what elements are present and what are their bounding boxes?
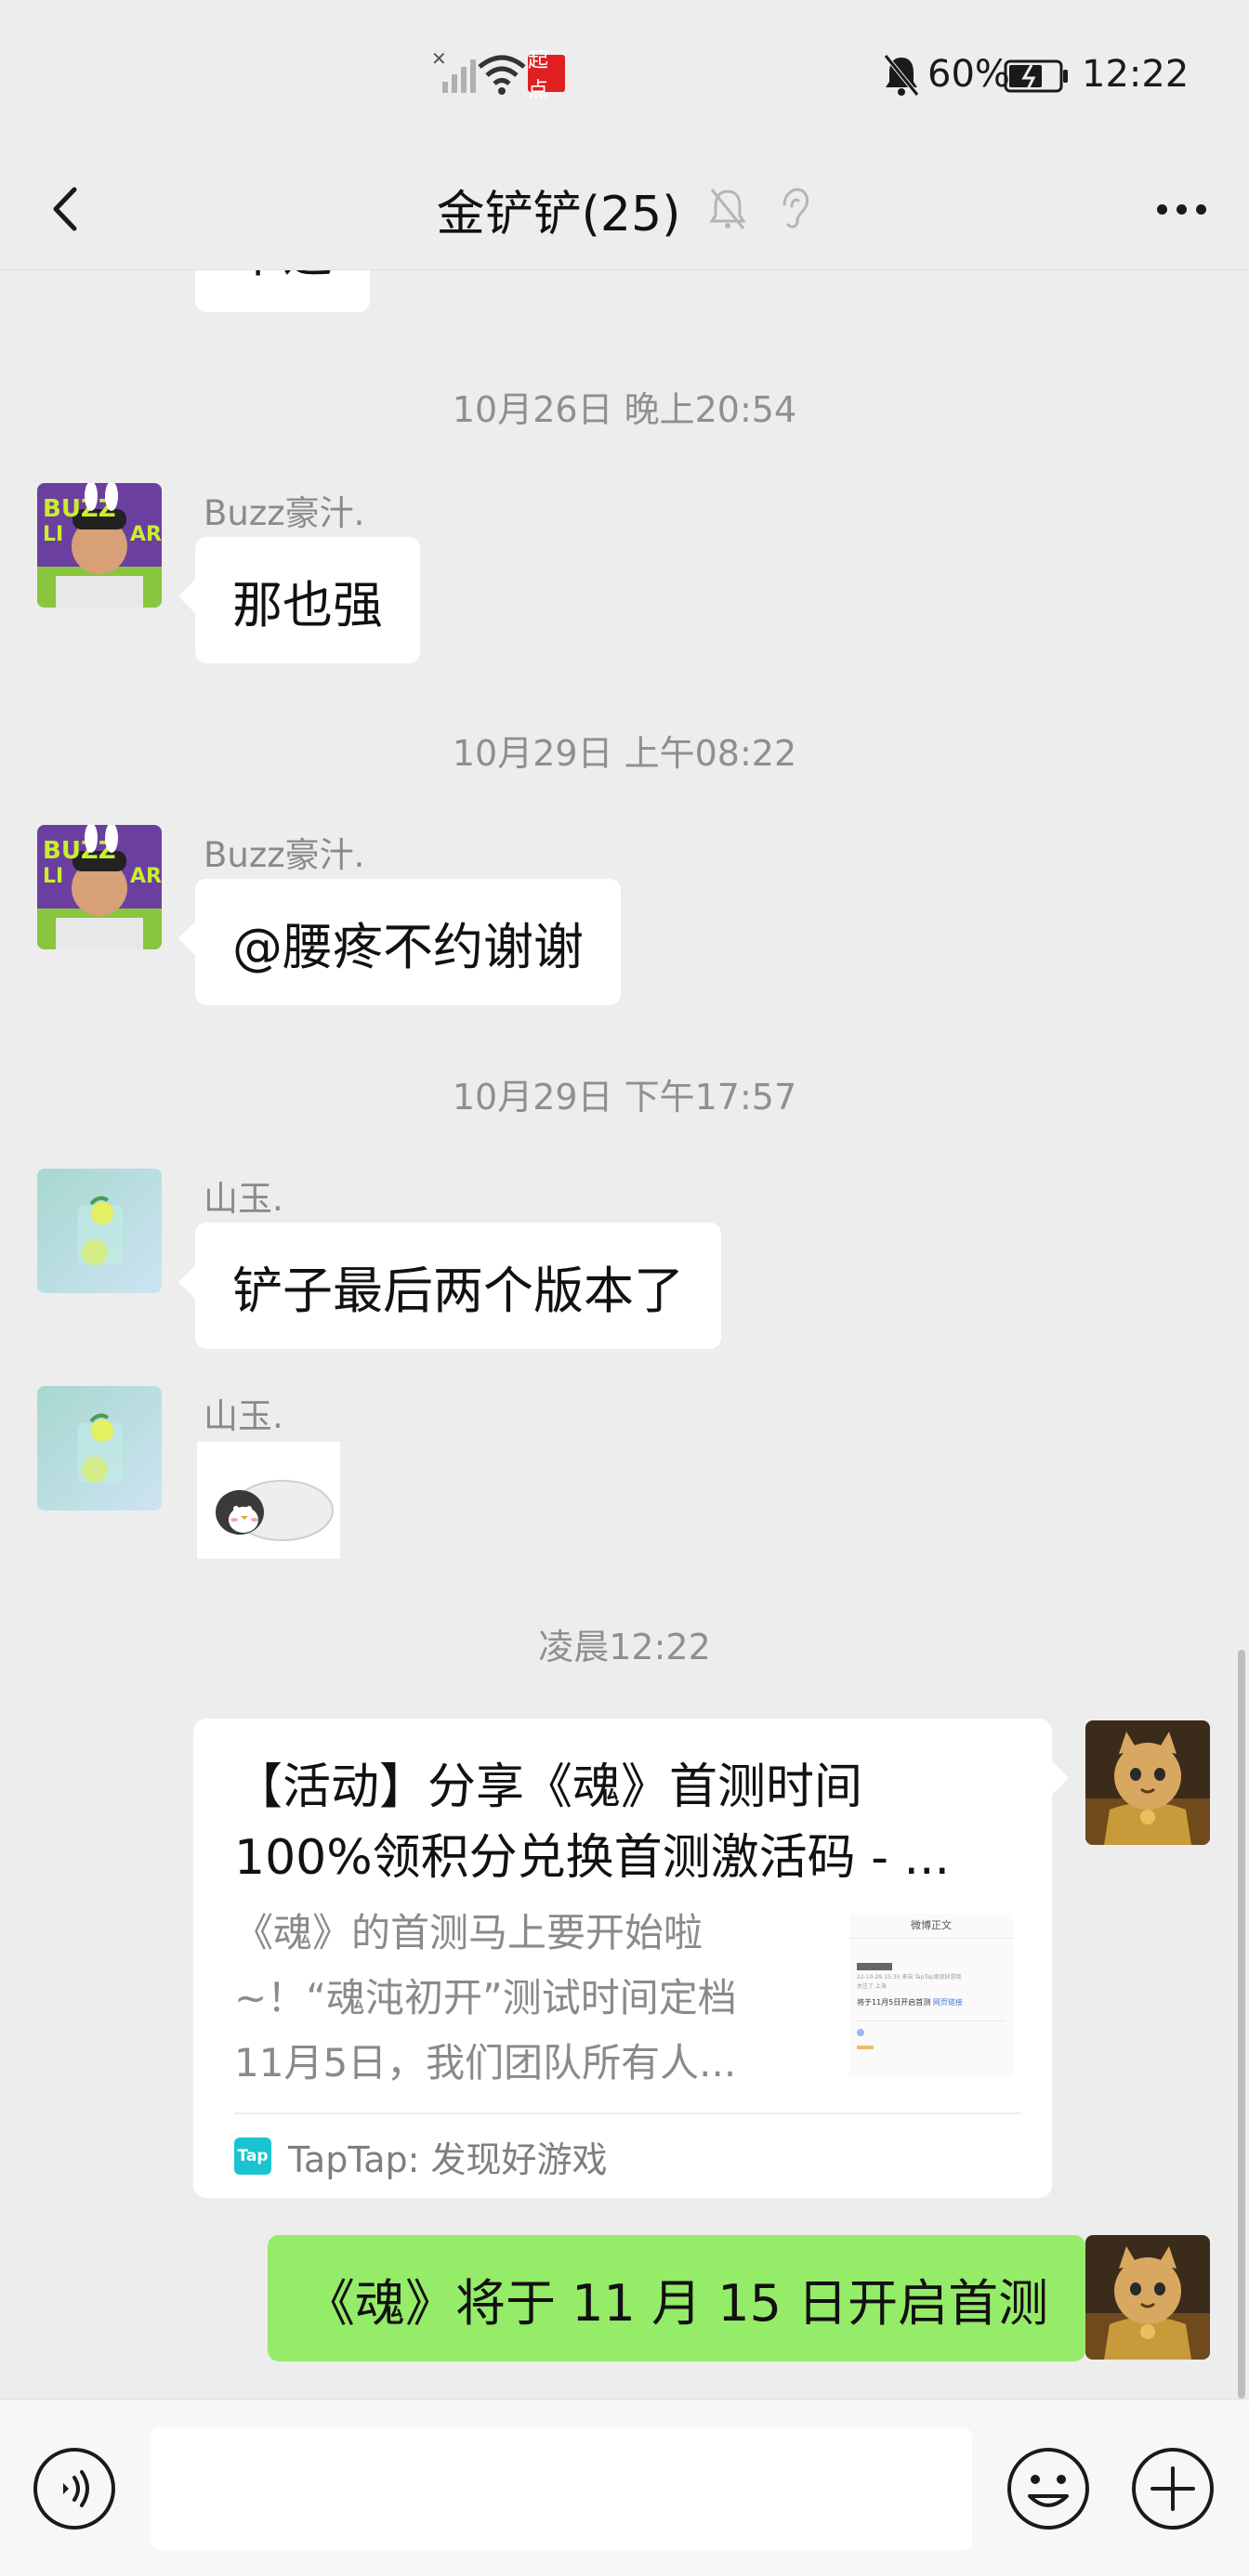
more-button[interactable] bbox=[1141, 169, 1221, 249]
timestamp: 10月29日 上午08:22 bbox=[452, 733, 797, 774]
wifi-icon bbox=[476, 45, 528, 104]
ear-icon bbox=[782, 188, 809, 229]
app-notification-badge: 起点 bbox=[528, 49, 565, 102]
input-bar bbox=[0, 2399, 1249, 2576]
card-title: 【活动】分享《魂》首测时间 100%领积分兑换首测激活码 - ... bbox=[234, 1759, 951, 1886]
avatar-shanyu[interactable] bbox=[37, 1169, 162, 1293]
card-description: 《魂》的首测马上要开始啦 ~！“魂沌初开”测试时间定档 11月5日，我们团队所有… bbox=[234, 1910, 737, 2086]
voice-icon bbox=[33, 2448, 115, 2530]
battery-percent: 60% bbox=[927, 53, 1010, 96]
message-bubble-outgoing[interactable]: 《魂》将于 11 月 15 日开启首测 bbox=[268, 2235, 1103, 2361]
bell-off-icon bbox=[881, 45, 922, 104]
qidian-badge: 起点 bbox=[528, 49, 565, 102]
svg-text:AR: AR bbox=[130, 523, 162, 546]
sender-name: 山玉. bbox=[204, 1396, 283, 1436]
avatar-self[interactable] bbox=[1085, 1720, 1210, 1845]
sender-name: Buzz豪汁. bbox=[204, 493, 365, 533]
timestamp: 凌晨12:22 bbox=[538, 1627, 711, 1667]
sender-name: Buzz豪汁. bbox=[204, 835, 365, 875]
add-button[interactable] bbox=[1128, 2444, 1217, 2533]
svg-text:AR: AR bbox=[130, 865, 162, 888]
message-text: 《魂》将于 11 月 15 日开启首测 bbox=[305, 2273, 1049, 2333]
clock: 12:22 bbox=[1082, 53, 1190, 96]
voice-button[interactable] bbox=[30, 2444, 119, 2533]
message-bubble[interactable]: 铲子最后两个版本了 bbox=[178, 1223, 721, 1349]
more-dots-icon bbox=[1156, 203, 1167, 215]
taptap-logo: Tap bbox=[234, 2138, 271, 2175]
message-bubble-partial[interactable]: 牛逼 bbox=[195, 269, 370, 312]
timestamp: 10月26日 晚上20:54 bbox=[452, 389, 797, 430]
avatar-shanyu[interactable] bbox=[37, 1386, 162, 1510]
svg-text:✕: ✕ bbox=[431, 47, 447, 70]
svg-text:BUZZ: BUZZ bbox=[43, 495, 116, 523]
message-bubble[interactable]: 那也强 bbox=[178, 537, 420, 663]
card-thumbnail: 微博正文 22-10-29 15:30 来自 TapTap发现好游戏 关注了 上… bbox=[849, 1914, 1013, 2077]
battery-icon bbox=[1004, 45, 1071, 104]
avatar-buzz[interactable]: BUZZ LI AR bbox=[37, 825, 162, 949]
message-bubble[interactable]: @腰疼不约谢谢 bbox=[178, 879, 621, 1005]
penguin-sticker[interactable] bbox=[197, 1442, 340, 1559]
message-text: @腰疼不约谢谢 bbox=[232, 917, 584, 976]
emoji-icon bbox=[1007, 2448, 1089, 2530]
svg-text:LI: LI bbox=[43, 523, 63, 546]
message-input[interactable] bbox=[151, 2427, 972, 2550]
message-list[interactable]: 牛逼 10月26日 晚上20:54 BUZZ LI AR Buzz豪汁. 那也强… bbox=[0, 269, 1249, 2399]
chat-title-bar: 金铲铲(25) bbox=[0, 149, 1249, 270]
status-bar: ✕ 起点 60% 12:22 bbox=[0, 0, 1249, 149]
avatar-self[interactable] bbox=[1085, 2235, 1210, 2360]
svg-text:BUZZ: BUZZ bbox=[43, 837, 116, 865]
mute-icon bbox=[709, 189, 747, 229]
svg-text:LI: LI bbox=[43, 865, 63, 888]
scrollbar[interactable] bbox=[1238, 1650, 1245, 2399]
link-card[interactable]: 【活动】分享《魂》首测时间 100%领积分兑换首测激活码 - ... 《魂》的首… bbox=[193, 1719, 1069, 2198]
chat-title: 金铲铲(25) bbox=[436, 186, 681, 242]
message-text: 铲子最后两个版本了 bbox=[232, 1261, 684, 1320]
emoji-button[interactable] bbox=[1004, 2444, 1093, 2533]
card-source: Tap TapTap: 发现好游戏 bbox=[234, 2120, 608, 2192]
sender-name: 山玉. bbox=[204, 1179, 283, 1219]
plus-circle-icon bbox=[1132, 2448, 1214, 2530]
avatar-buzz[interactable]: BUZZ LI AR bbox=[37, 483, 162, 608]
message-text: 牛逼 bbox=[232, 269, 333, 286]
timestamp: 10月29日 下午17:57 bbox=[452, 1077, 797, 1118]
message-text: 那也强 bbox=[232, 575, 383, 634]
